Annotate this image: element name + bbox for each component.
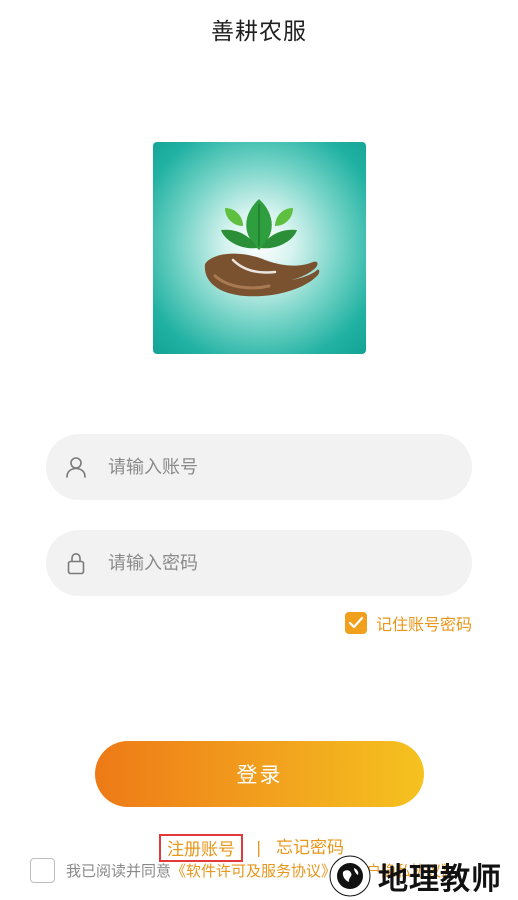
account-input[interactable] (108, 434, 448, 500)
license-agreement-link[interactable]: 《软件许可及服务协议》 (171, 860, 336, 881)
login-button[interactable]: 登录 (95, 741, 424, 807)
remember-label: 记住账号密码 (375, 615, 472, 634)
watermark: 地理教师 (328, 852, 502, 900)
lock-icon (67, 552, 85, 575)
password-input[interactable] (108, 530, 448, 596)
checkmark-icon (348, 616, 364, 629)
remember-checkbox[interactable] (344, 612, 367, 634)
app-title: 善耕农服 (211, 19, 307, 45)
user-icon (66, 457, 86, 478)
globe-watermark-icon (329, 855, 371, 897)
app-logo (153, 142, 366, 354)
leaf-hand-logo-icon (204, 199, 320, 297)
agreement-checkbox[interactable] (30, 857, 55, 883)
agreement-prefix: 我已阅读并同意 (66, 861, 172, 880)
password-field[interactable] (46, 530, 472, 596)
watermark-text: 地理教师 (378, 862, 502, 897)
account-field[interactable] (46, 434, 472, 500)
remember-credentials-toggle[interactable]: 记住账号密码 (344, 611, 472, 635)
